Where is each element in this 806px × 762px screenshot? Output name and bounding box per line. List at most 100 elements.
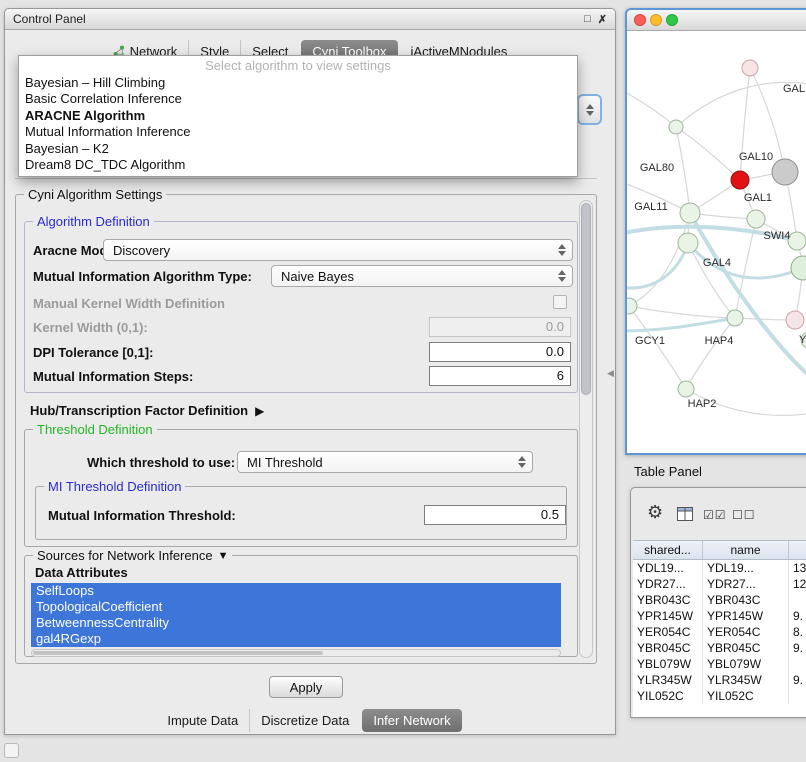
table-cell[interactable]: YPR145W [633, 608, 703, 624]
settings-scrollbar[interactable] [579, 200, 593, 658]
tab-infer-network[interactable]: Infer Network [362, 709, 461, 732]
table-row[interactable]: YLR345W YLR345W 9. [633, 672, 806, 688]
table-cell[interactable]: YIL052C [703, 688, 789, 704]
apply-button[interactable]: Apply [269, 676, 343, 698]
table-cell[interactable]: 9. [789, 608, 806, 624]
table-row[interactable]: YER054C YER054C 8. [633, 624, 806, 640]
close-traffic-light-icon[interactable] [634, 14, 646, 26]
float-window-icon[interactable]: □ [584, 13, 591, 26]
table-row[interactable]: YIL052C YIL052C [633, 688, 806, 704]
table-cell[interactable]: 12 [789, 576, 806, 592]
network-window-titlebar[interactable] [627, 10, 806, 31]
zoom-traffic-light-icon[interactable] [666, 14, 678, 26]
network-node[interactable] [680, 203, 700, 223]
aracne-mode-combo[interactable]: Discovery [103, 239, 573, 261]
column-header[interactable]: name [703, 541, 789, 559]
table-cell[interactable]: 13 [789, 560, 806, 576]
network-node[interactable] [627, 298, 637, 314]
table-cell[interactable] [789, 592, 806, 608]
table-cell[interactable]: YER054C [703, 624, 789, 640]
table-cell[interactable]: YBL079W [703, 656, 789, 672]
list-item[interactable]: gal4RGexp [31, 631, 561, 647]
network-canvas[interactable]: GAL80 GAL10 GAL11 GAL1 SWI4 GAL4 GCY1 HA… [627, 31, 806, 453]
table-cell[interactable]: YDL19... [633, 560, 703, 576]
table-row[interactable]: YBR043C YBR043C [633, 592, 806, 608]
table-row[interactable]: YBR045C YBR045C 9. [633, 640, 806, 656]
list-item[interactable]: TopologicalCoefficient [31, 599, 561, 615]
network-node-label: HAP4 [705, 335, 734, 347]
dropdown-option[interactable]: Dream8 DC_TDC Algorithm [19, 157, 577, 174]
network-graph: GAL80 GAL10 GAL11 GAL1 SWI4 GAL4 GCY1 HA… [627, 31, 806, 454]
list-item[interactable]: SelfLoops [31, 583, 561, 599]
network-node[interactable] [727, 310, 743, 326]
collapsed-panel-icon[interactable] [4, 743, 19, 758]
which-threshold-combo[interactable]: MI Threshold [237, 451, 533, 473]
mi-algorithm-type-combo[interactable]: Naive Bayes [271, 265, 573, 287]
close-window-icon[interactable]: ✗ [598, 13, 607, 26]
network-node[interactable] [678, 381, 694, 397]
table-cell[interactable]: YDL19... [703, 560, 789, 576]
sources-group-title[interactable]: Sources for Network Inference ▼ [33, 548, 232, 563]
list-item[interactable]: BetweennessCentrality [31, 615, 561, 631]
table-cell[interactable]: YBR043C [703, 592, 789, 608]
manual-kernel-label: Manual Kernel Width Definition [33, 296, 225, 311]
network-node[interactable] [747, 210, 765, 228]
algorithm-combo-fragment[interactable] [577, 94, 602, 125]
bottom-tabbar: Impute Data Discretize Data Infer Networ… [5, 708, 615, 732]
table-cell[interactable]: YBR045C [633, 640, 703, 656]
dropdown-option[interactable]: Bayesian – Hill Climbing [19, 75, 577, 92]
table-cell[interactable]: YDR27... [633, 576, 703, 592]
table-cell[interactable]: YLR345W [633, 672, 703, 688]
table-cell[interactable]: YBR045C [703, 640, 789, 656]
dropdown-option[interactable]: Bayesian – K2 [19, 141, 577, 158]
network-node[interactable] [678, 233, 698, 253]
dpi-tolerance-field[interactable]: 0.0 [429, 342, 571, 362]
network-node[interactable] [772, 159, 798, 185]
network-node[interactable] [788, 232, 806, 250]
minimize-traffic-light-icon[interactable] [650, 14, 662, 26]
network-node[interactable] [742, 60, 758, 76]
table-cell[interactable]: 9. [789, 640, 806, 656]
select-all-rows-icon[interactable]: ☑☑ [703, 508, 727, 522]
table-cell[interactable]: YLR345W [703, 672, 789, 688]
network-node-selected[interactable] [731, 171, 749, 189]
table-cell[interactable]: YPR145W [703, 608, 789, 624]
table-cell[interactable]: 9. [789, 672, 806, 688]
table-cell[interactable] [789, 656, 806, 672]
columns-icon[interactable] [677, 507, 693, 521]
dropdown-option[interactable]: Basic Correlation Inference [19, 91, 577, 108]
table-row[interactable]: YDR27... YDR27... 12 [633, 576, 806, 592]
dropdown-option-highlighted[interactable]: ARACNE Algorithm [19, 108, 577, 125]
table-row[interactable]: YBL079W YBL079W [633, 656, 806, 672]
table-row[interactable]: YPR145W YPR145W 9. [633, 608, 806, 624]
dropdown-option[interactable]: Mutual Information Inference [19, 124, 577, 141]
network-node[interactable] [786, 311, 804, 329]
column-header[interactable]: shared... [633, 541, 703, 559]
table-cell[interactable]: YER054C [633, 624, 703, 640]
table-cell[interactable]: YDR27... [703, 576, 789, 592]
manual-kernel-checkbox[interactable] [553, 295, 567, 309]
table-cell[interactable] [789, 688, 806, 704]
settings-scrollbar-thumb[interactable] [581, 203, 591, 395]
mi-threshold-field[interactable]: 0.5 [424, 505, 566, 525]
table-row[interactable]: YDL19... YDL19... 13 [633, 560, 806, 576]
control-panel-titlebar[interactable]: Control Panel □ ✗ [5, 9, 615, 30]
splitter-collapse-icon[interactable]: ◀ [607, 368, 614, 379]
deselect-all-rows-icon[interactable]: ☐☐ [732, 508, 756, 522]
mi-steps-field[interactable]: 6 [429, 366, 571, 386]
table-cell[interactable]: YIL052C [633, 688, 703, 704]
attributes-scrollbar-thumb[interactable] [33, 651, 323, 655]
column-header[interactable] [789, 541, 806, 559]
hub-transcription-section-toggle[interactable]: Hub/Transcription Factor Definition ▶ [30, 403, 264, 418]
tab-discretize-data[interactable]: Discretize Data [249, 709, 360, 732]
kernel-width-field[interactable]: 0.0 [429, 317, 571, 337]
tab-impute-data[interactable]: Impute Data [156, 709, 249, 732]
network-node[interactable] [791, 256, 806, 280]
table-cell[interactable]: YBR043C [633, 592, 703, 608]
table-cell[interactable]: 8. [789, 624, 806, 640]
network-node[interactable] [669, 120, 683, 134]
attributes-horizontal-scrollbar[interactable] [31, 649, 561, 657]
gear-icon[interactable]: ⚙ [647, 502, 663, 523]
settings-group-title: Cyni Algorithm Settings [24, 187, 166, 202]
table-cell[interactable]: YBL079W [633, 656, 703, 672]
